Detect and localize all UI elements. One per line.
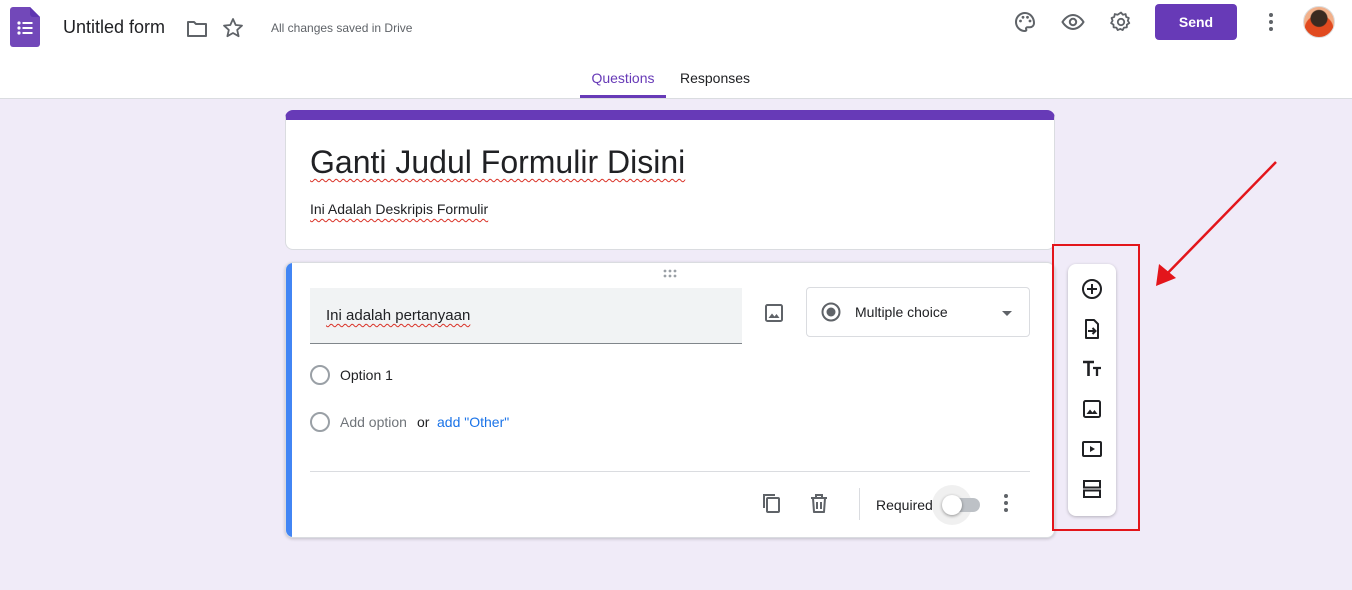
question-card[interactable]: Ini adalah pertanyaan Multiple choice Op… (285, 262, 1055, 538)
star-icon[interactable] (221, 16, 245, 40)
preview-eye-icon[interactable] (1061, 10, 1085, 34)
more-vert-icon[interactable] (1259, 10, 1283, 34)
palette-icon[interactable] (1013, 10, 1037, 34)
required-toggle[interactable] (932, 485, 982, 525)
radio-button-icon (821, 302, 841, 322)
question-type-dropdown[interactable]: Multiple choice (806, 287, 1030, 337)
form-title[interactable]: Untitled form (63, 17, 165, 38)
send-button[interactable]: Send (1155, 4, 1237, 40)
avatar[interactable] (1303, 6, 1335, 38)
drag-handle-icon[interactable] (662, 269, 682, 279)
dropdown-arrow-icon (1002, 311, 1012, 316)
radio-circle-icon (310, 412, 330, 432)
settings-gear-icon[interactable] (1109, 10, 1133, 34)
annotation-arrow-icon (1156, 161, 1277, 286)
form-description[interactable]: Ini Adalah Deskripis Formulir (310, 201, 488, 217)
delete-trash-icon[interactable] (807, 491, 831, 515)
annotation-highlight-box (1052, 244, 1140, 531)
or-text: or (417, 414, 430, 430)
save-status: All changes saved in Drive (271, 21, 413, 35)
question-type-label: Multiple choice (855, 304, 948, 320)
divider (310, 471, 1030, 472)
question-text: Ini adalah pertanyaan (326, 307, 471, 324)
tab-questions[interactable]: Questions (580, 70, 666, 98)
toggle-thumb (942, 495, 962, 515)
tab-responses[interactable]: Responses (680, 70, 750, 86)
option-label[interactable]: Option 1 (340, 367, 393, 383)
form-heading[interactable]: Ganti Judul Formulir Disini (310, 144, 685, 181)
divider (859, 488, 860, 520)
folder-icon[interactable] (185, 17, 209, 41)
question-title-input[interactable]: Ini adalah pertanyaan (310, 288, 742, 344)
active-card-accent (286, 263, 292, 537)
required-label: Required (876, 497, 933, 513)
duplicate-icon[interactable] (759, 491, 783, 515)
top-bar: Untitled form All changes saved in Drive… (0, 0, 1352, 99)
add-other-link[interactable]: add "Other" (437, 414, 509, 430)
add-option-link[interactable]: Add option (340, 414, 407, 430)
more-vert-icon[interactable] (994, 491, 1018, 515)
insert-image-icon[interactable] (762, 301, 786, 325)
form-header-card: Ganti Judul Formulir Disini Ini Adalah D… (285, 110, 1055, 250)
radio-circle-icon (310, 365, 330, 385)
google-forms-logo[interactable] (10, 7, 40, 47)
